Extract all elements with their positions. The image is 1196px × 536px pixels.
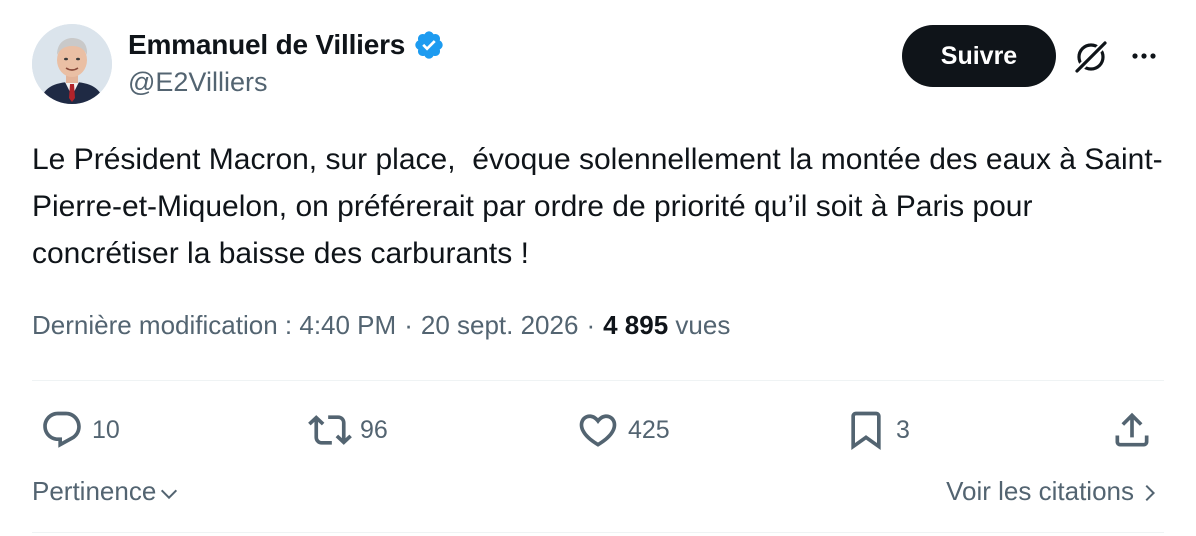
chevron-right-icon — [1145, 484, 1156, 501]
bookmark-count: 3 — [896, 415, 910, 444]
reply-count: 10 — [92, 415, 120, 444]
sort-dropdown[interactable]: Pertinence — [32, 476, 180, 507]
heart-icon — [579, 414, 617, 447]
author-handle[interactable]: @E2Villiers — [128, 67, 445, 98]
retweet-count: 96 — [360, 415, 388, 444]
meta-separator: · — [404, 310, 413, 340]
views-count: 4 895 — [603, 310, 669, 340]
divider — [32, 380, 1164, 381]
grok-icon[interactable] — [1072, 38, 1110, 76]
tweet-time[interactable]: 4:40 PM — [299, 310, 396, 341]
meta-separator: · — [586, 310, 596, 340]
share-icon — [1115, 412, 1149, 447]
tweet-text: Le Président Macron, sur place, évoque s… — [32, 143, 1163, 270]
share-button[interactable] — [1110, 408, 1154, 452]
like-count: 425 — [628, 415, 670, 444]
more-icon[interactable] — [1126, 38, 1162, 74]
view-quotes-label: Voir les citations — [946, 476, 1134, 506]
sort-label: Pertinence — [32, 476, 157, 506]
views-label: vues — [675, 310, 731, 340]
verified-badge-icon[interactable] — [413, 29, 445, 61]
avatar[interactable] — [32, 24, 112, 104]
bookmark-button[interactable]: 3 — [844, 408, 910, 452]
author-name[interactable]: Emmanuel de Villiers — [128, 29, 405, 61]
retweet-icon — [308, 415, 352, 445]
edited-label[interactable]: Dernière modification : — [32, 310, 292, 341]
tweet-meta: Dernière modification : 4:40 PM · 20 sep… — [32, 310, 730, 341]
author-block: Emmanuel de Villiers @E2Villiers — [128, 26, 445, 98]
reply-icon — [43, 411, 81, 448]
like-button[interactable]: 425 — [576, 408, 670, 452]
tweet-date[interactable]: 20 sept. 2026 — [421, 310, 579, 341]
bookmark-icon — [851, 411, 881, 451]
divider — [32, 532, 1164, 533]
retweet-button[interactable]: 96 — [308, 408, 388, 452]
profile-photo — [32, 24, 112, 104]
chevron-down-icon — [161, 489, 178, 499]
follow-button[interactable]: Suivre — [902, 25, 1056, 87]
view-quotes-link[interactable]: Voir les citations — [946, 476, 1160, 507]
reply-button[interactable]: 10 — [40, 408, 120, 452]
